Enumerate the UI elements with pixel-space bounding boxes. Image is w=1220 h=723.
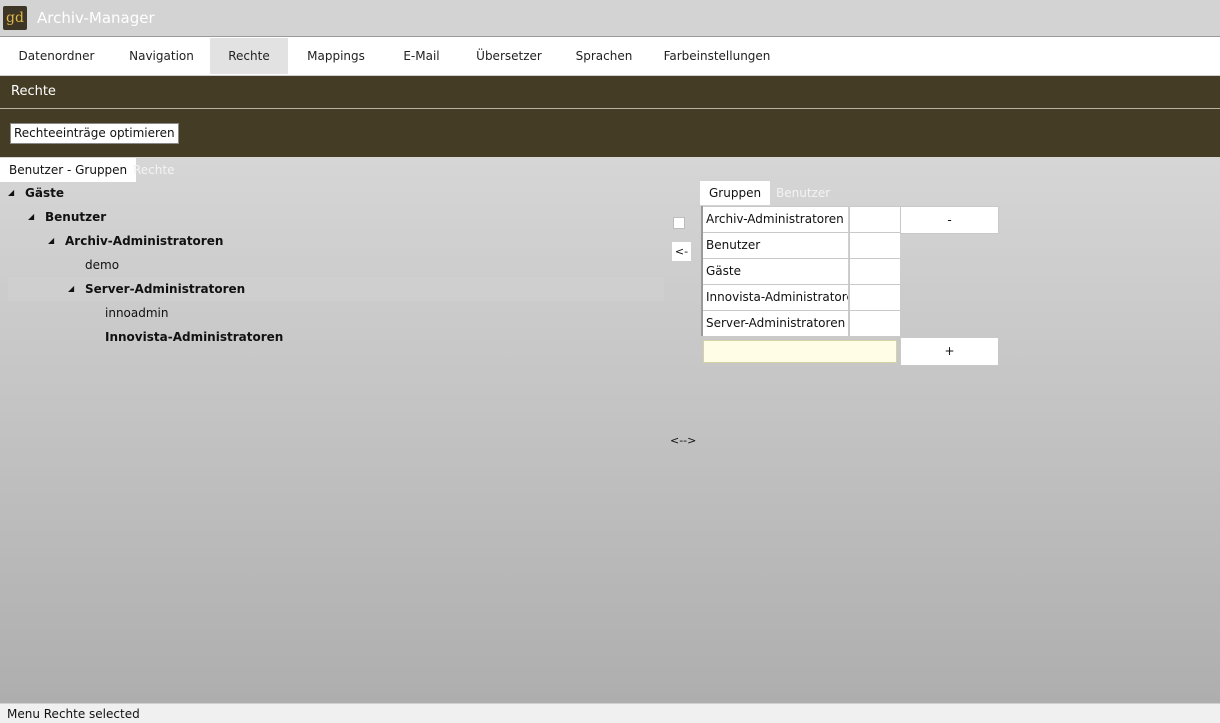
menu-item-mappings[interactable]: Mappings	[288, 38, 384, 74]
assignment-checkbox[interactable]	[673, 217, 685, 229]
status-bar: Menu Rechte selected	[0, 703, 1220, 723]
tree-expanded-icon[interactable]: ◢	[28, 205, 34, 229]
tab-users[interactable]: Benutzer	[767, 181, 839, 205]
tree-expanded-icon[interactable]: ◢	[8, 181, 14, 205]
tree-node-server-administratoren[interactable]: Server-Administratoren	[85, 277, 245, 301]
tab-groups[interactable]: Gruppen	[700, 181, 771, 205]
tab-user-groups[interactable]: Benutzer - Gruppen	[0, 158, 137, 182]
menu-item-rechte[interactable]: Rechte	[210, 38, 288, 74]
group-name-cell[interactable]: Gäste	[703, 259, 848, 284]
group-extra-cell[interactable]	[849, 285, 900, 310]
tree-expanded-icon[interactable]: ◢	[48, 229, 54, 253]
app-logo: gd	[3, 6, 27, 30]
group-extra-cell[interactable]	[849, 311, 900, 336]
group-grid: Archiv-Administratoren Benutzer Gäste In…	[701, 206, 900, 336]
menu-item-sprachen[interactable]: Sprachen	[559, 38, 649, 74]
tree-node-innoadmin[interactable]: innoadmin	[105, 301, 169, 325]
status-text: Menu Rechte selected	[7, 707, 140, 721]
group-name-cell[interactable]: Innovista-Administratoren	[703, 285, 848, 310]
section-title: Rechte	[11, 84, 56, 99]
menu-item-uebersetzer[interactable]: Übersetzer	[459, 38, 559, 74]
add-group-button[interactable]: +	[900, 337, 999, 366]
menu-item-farbeinstellungen[interactable]: Farbeinstellungen	[649, 38, 785, 74]
tab-rights[interactable]: Rechte	[124, 158, 183, 182]
group-name-cell[interactable]: Archiv-Administratoren	[703, 207, 848, 232]
main-menu: Datenordner Navigation Rechte Mappings E…	[0, 37, 1220, 75]
tree-node-demo[interactable]: demo	[85, 253, 119, 277]
new-group-input[interactable]	[703, 340, 897, 363]
tree-expanded-icon[interactable]: ◢	[68, 277, 74, 301]
remove-group-button[interactable]: -	[900, 206, 999, 234]
content-area: Benutzer - Gruppen Rechte Gäste ◢ Benutz…	[0, 157, 1220, 703]
group-name-cell[interactable]: Server-Administratoren	[703, 311, 848, 336]
grid-row[interactable]: Benutzer	[703, 232, 900, 258]
grid-row[interactable]: Archiv-Administratoren	[703, 206, 900, 232]
tree-node-archiv-administratoren[interactable]: Archiv-Administratoren	[65, 229, 223, 253]
grid-row[interactable]: Innovista-Administratoren	[703, 284, 900, 310]
tree-node-benutzer[interactable]: Benutzer	[45, 205, 106, 229]
section-header: Rechte Rechteeinträge optimieren	[0, 76, 1220, 157]
header-divider	[0, 108, 1220, 109]
group-extra-cell[interactable]	[849, 233, 900, 258]
menu-item-email[interactable]: E-Mail	[384, 38, 459, 74]
title-bar: gd Archiv-Manager	[0, 0, 1220, 37]
menu-item-datenordner[interactable]: Datenordner	[0, 38, 113, 74]
app-title: Archiv-Manager	[37, 9, 155, 27]
swap-button[interactable]: <-->	[670, 434, 696, 447]
move-left-button[interactable]: <-	[672, 242, 691, 261]
group-extra-cell[interactable]	[849, 207, 900, 232]
group-extra-cell[interactable]	[849, 259, 900, 284]
group-name-cell[interactable]: Benutzer	[703, 233, 848, 258]
tree-node-gaeste[interactable]: Gäste	[25, 181, 64, 205]
optimize-rights-button[interactable]: Rechteeinträge optimieren	[10, 123, 179, 144]
grid-row[interactable]: Server-Administratoren	[703, 310, 900, 336]
menu-item-navigation[interactable]: Navigation	[113, 38, 210, 74]
tree-node-innovista-administratoren[interactable]: Innovista-Administratoren	[105, 325, 283, 349]
grid-row[interactable]: Gäste	[703, 258, 900, 284]
